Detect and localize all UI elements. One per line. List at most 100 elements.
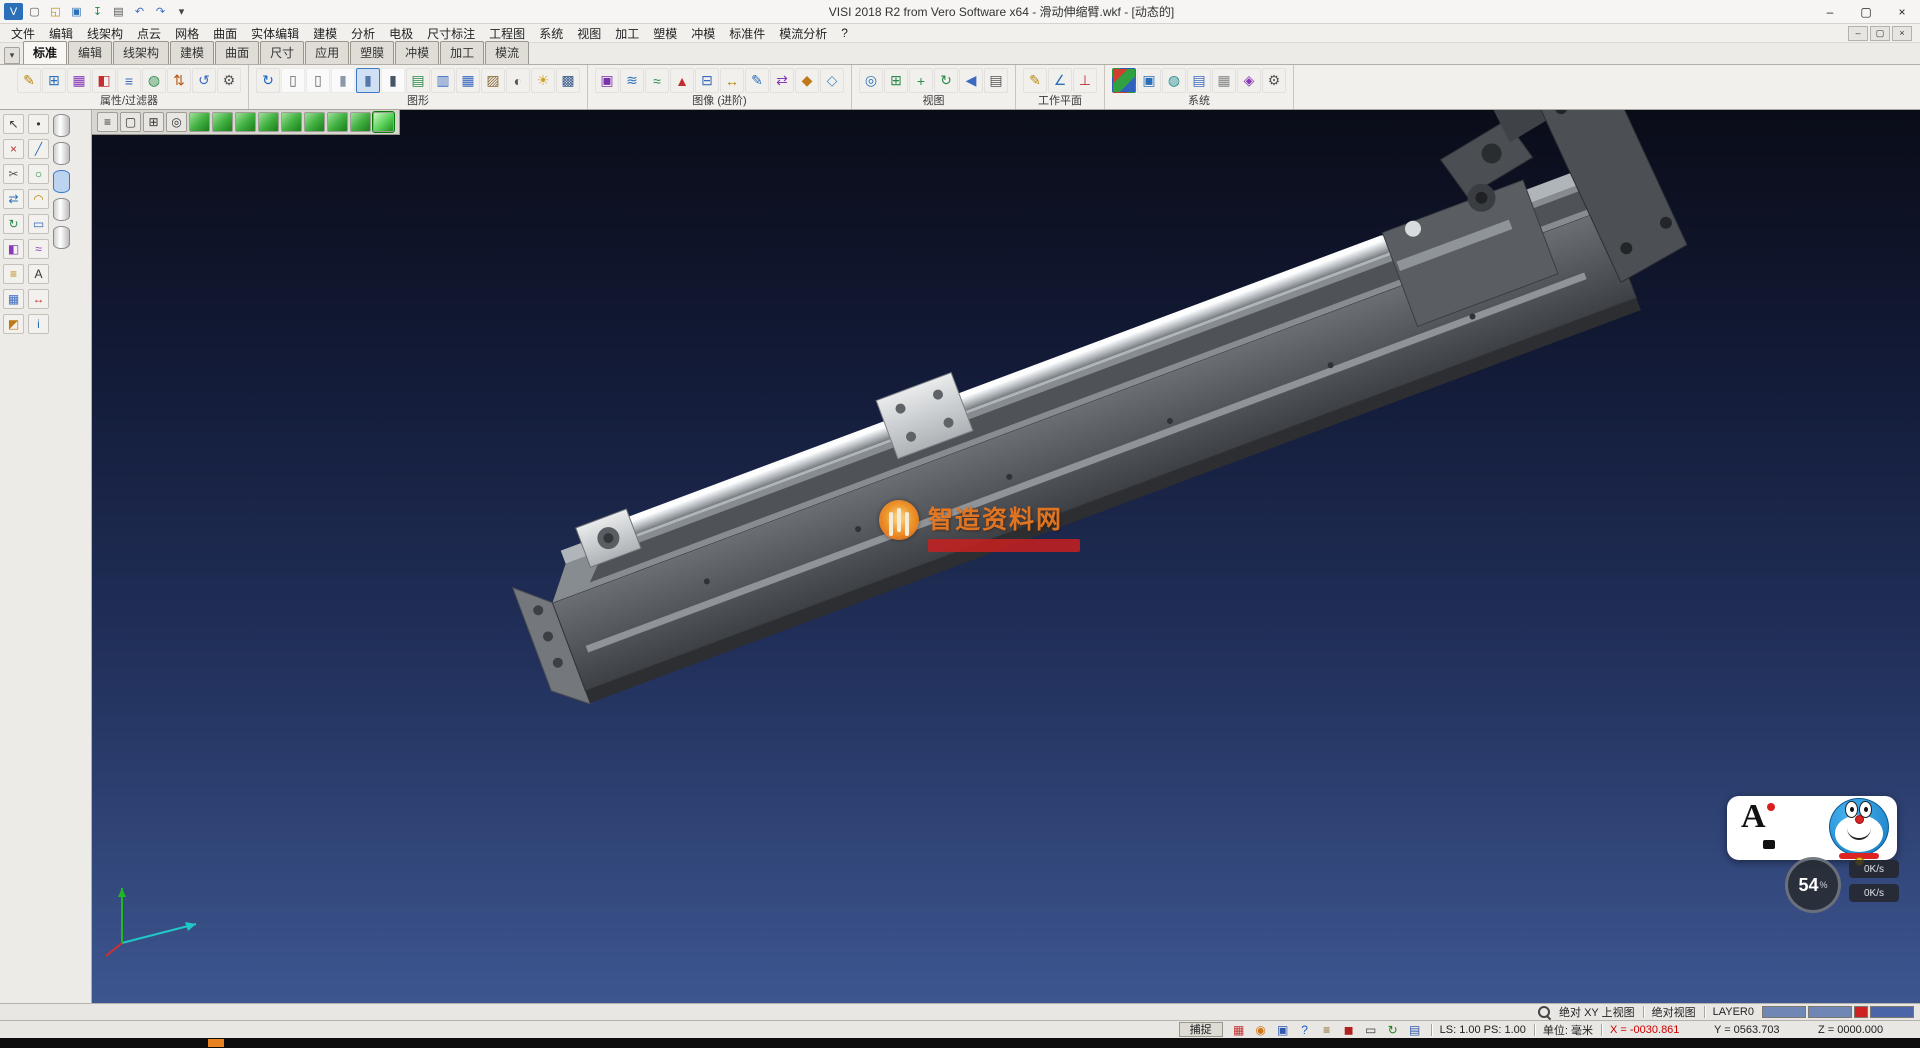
snapshot-icon[interactable]: ◈ [1237,68,1261,93]
menu-item[interactable]: 电极 [382,25,420,42]
menu-item[interactable]: 点云 [130,25,168,42]
menu-item[interactable]: 系统 [532,25,570,42]
system-options-icon[interactable]: ⚙ [1262,68,1286,93]
pattern-icon[interactable]: ▦ [3,289,24,309]
attribute-edit-icon[interactable]: ✎ [17,68,41,93]
material-icon[interactable]: ◐ [506,68,530,93]
zoom-window-icon[interactable]: ⊞ [884,68,908,93]
circle-icon[interactable]: ○ [28,164,49,184]
tab[interactable]: 标准 [23,41,67,64]
units-status[interactable]: 单位: 毫米 [1543,1022,1593,1038]
curvature-analysis-icon[interactable]: ≈ [645,68,669,93]
zebra-analysis-icon[interactable]: ≋ [620,68,644,93]
shaded-edges-mode-icon[interactable]: ▮ [356,68,380,93]
capture-icon[interactable]: ◉ [1253,1022,1269,1037]
color-settings-icon[interactable] [1112,68,1136,93]
tab[interactable]: 曲面 [215,41,259,64]
absolute-view-status[interactable]: 绝对视图 [1652,1004,1696,1020]
menu-item[interactable]: 建模 [306,25,344,42]
dynamic-section-icon[interactable]: ⊟ [695,68,719,93]
tab[interactable]: 应用 [305,41,349,64]
menu-item[interactable]: 线架构 [80,25,130,42]
mdi-close-button[interactable]: × [1892,26,1912,41]
text-icon[interactable]: A [28,264,49,284]
column-display-icon[interactable]: ▥ [431,68,455,93]
trim-icon[interactable]: ✂ [3,164,24,184]
table-icon[interactable]: ▤ [1187,68,1211,93]
filter-settings-icon[interactable]: ⚙ [217,68,241,93]
workplane-edit-icon[interactable]: ✎ [1023,68,1047,93]
tab[interactable]: 加工 [440,41,484,64]
annotate-icon[interactable]: ✎ [745,68,769,93]
rotate-icon[interactable]: ↻ [3,214,24,234]
color-swatch-1[interactable] [1762,1006,1806,1018]
mdi-restore-button[interactable]: ▢ [1870,26,1890,41]
preview-icon[interactable]: ▣ [1275,1022,1291,1037]
redraw-icon[interactable]: ↻ [256,68,280,93]
view-bottom-icon[interactable] [212,112,233,132]
save-icon[interactable]: ▣ [67,3,86,20]
workplane-reset-icon[interactable]: ⊥ [1073,68,1097,93]
tab[interactable]: 尺寸 [260,41,304,64]
dynamic-view-icon[interactable]: ◎ [166,112,187,132]
compare-icon[interactable]: ⇄ [770,68,794,93]
menu-item[interactable]: 分析 [344,25,382,42]
print-icon[interactable]: ▤ [109,3,128,20]
color-swatch-2[interactable] [1808,1006,1852,1018]
line-icon[interactable]: ╱ [28,139,49,159]
menu-item[interactable]: 模流分析 [772,25,834,42]
menu-item[interactable]: 编辑 [42,25,80,42]
render-mode-icon[interactable]: ▮ [381,68,405,93]
solid-icon[interactable]: ◼ [1341,1022,1357,1037]
menu-item[interactable]: 尺寸标注 [420,25,482,42]
help-icon[interactable]: ? [1297,1022,1313,1037]
view-front-icon[interactable] [235,112,256,132]
info-icon[interactable]: i [28,314,49,334]
display-settings-icon[interactable]: ▣ [1137,68,1161,93]
layer-status[interactable]: LAYER0 [1713,1006,1754,1018]
view-axonometric-icon[interactable] [373,112,394,132]
menu-item[interactable]: 曲面 [206,25,244,42]
texture-icon[interactable]: ▨ [481,68,505,93]
tab[interactable]: 编辑 [68,41,112,64]
type-filter-icon[interactable]: ◍ [142,68,166,93]
percent-indicator[interactable]: 54 % [1785,857,1841,913]
grid-settings-icon[interactable]: ▦ [1212,68,1236,93]
light-icon[interactable]: ☀ [531,68,555,93]
hidden-line-mode-icon[interactable]: ▯ [306,68,330,93]
solid-history-icon-4[interactable] [53,198,70,221]
menu-item[interactable]: 工程图 [482,25,532,42]
rotate-view-icon[interactable]: ↻ [934,68,958,93]
grid-display-icon[interactable]: ▦ [456,68,480,93]
quad-viewport-icon[interactable]: ⊞ [143,112,164,132]
tab[interactable]: 塑膜 [350,41,394,64]
taskbar-app-icon[interactable] [208,1039,224,1047]
view-back-icon[interactable] [258,112,279,132]
workplane-align-icon[interactable]: ∠ [1048,68,1072,93]
transparency-icon[interactable]: ◇ [820,68,844,93]
3d-viewport[interactable]: ≡▢⊞◎ 智造资料网 A 54 % 0K [92,110,1920,1003]
pan-view-icon[interactable]: + [909,68,933,93]
draft-analysis-icon[interactable]: ▲ [670,68,694,93]
menu-item[interactable]: 实体编辑 [244,25,306,42]
mirror-icon[interactable]: ◧ [3,239,24,259]
solid-history-icon-3[interactable] [53,170,70,193]
tab[interactable]: 建模 [170,41,214,64]
solid-history-icon-5[interactable] [53,226,70,249]
previous-view-icon[interactable]: ◀ [959,68,983,93]
view-list-icon[interactable]: ▤ [984,68,1008,93]
menu-item[interactable]: 视图 [570,25,608,42]
solid-history-icon-1[interactable] [53,114,70,137]
explode-view-icon[interactable]: ◆ [795,68,819,93]
open-file-icon[interactable]: ◱ [46,3,65,20]
model-3d-render[interactable] [92,110,1920,1003]
solid-history-icon-2[interactable] [53,142,70,165]
move-icon[interactable]: ⇄ [3,189,24,209]
shaded-mode-icon[interactable]: ▮ [331,68,355,93]
layer-filter-icon[interactable]: ≡ [117,68,141,93]
menu-item[interactable]: 标准件 [722,25,772,42]
overlay-card[interactable]: A [1727,796,1897,860]
attributes-icon[interactable]: ◩ [3,314,24,334]
undo-icon[interactable]: ↶ [130,3,149,20]
view-top-icon[interactable] [189,112,210,132]
